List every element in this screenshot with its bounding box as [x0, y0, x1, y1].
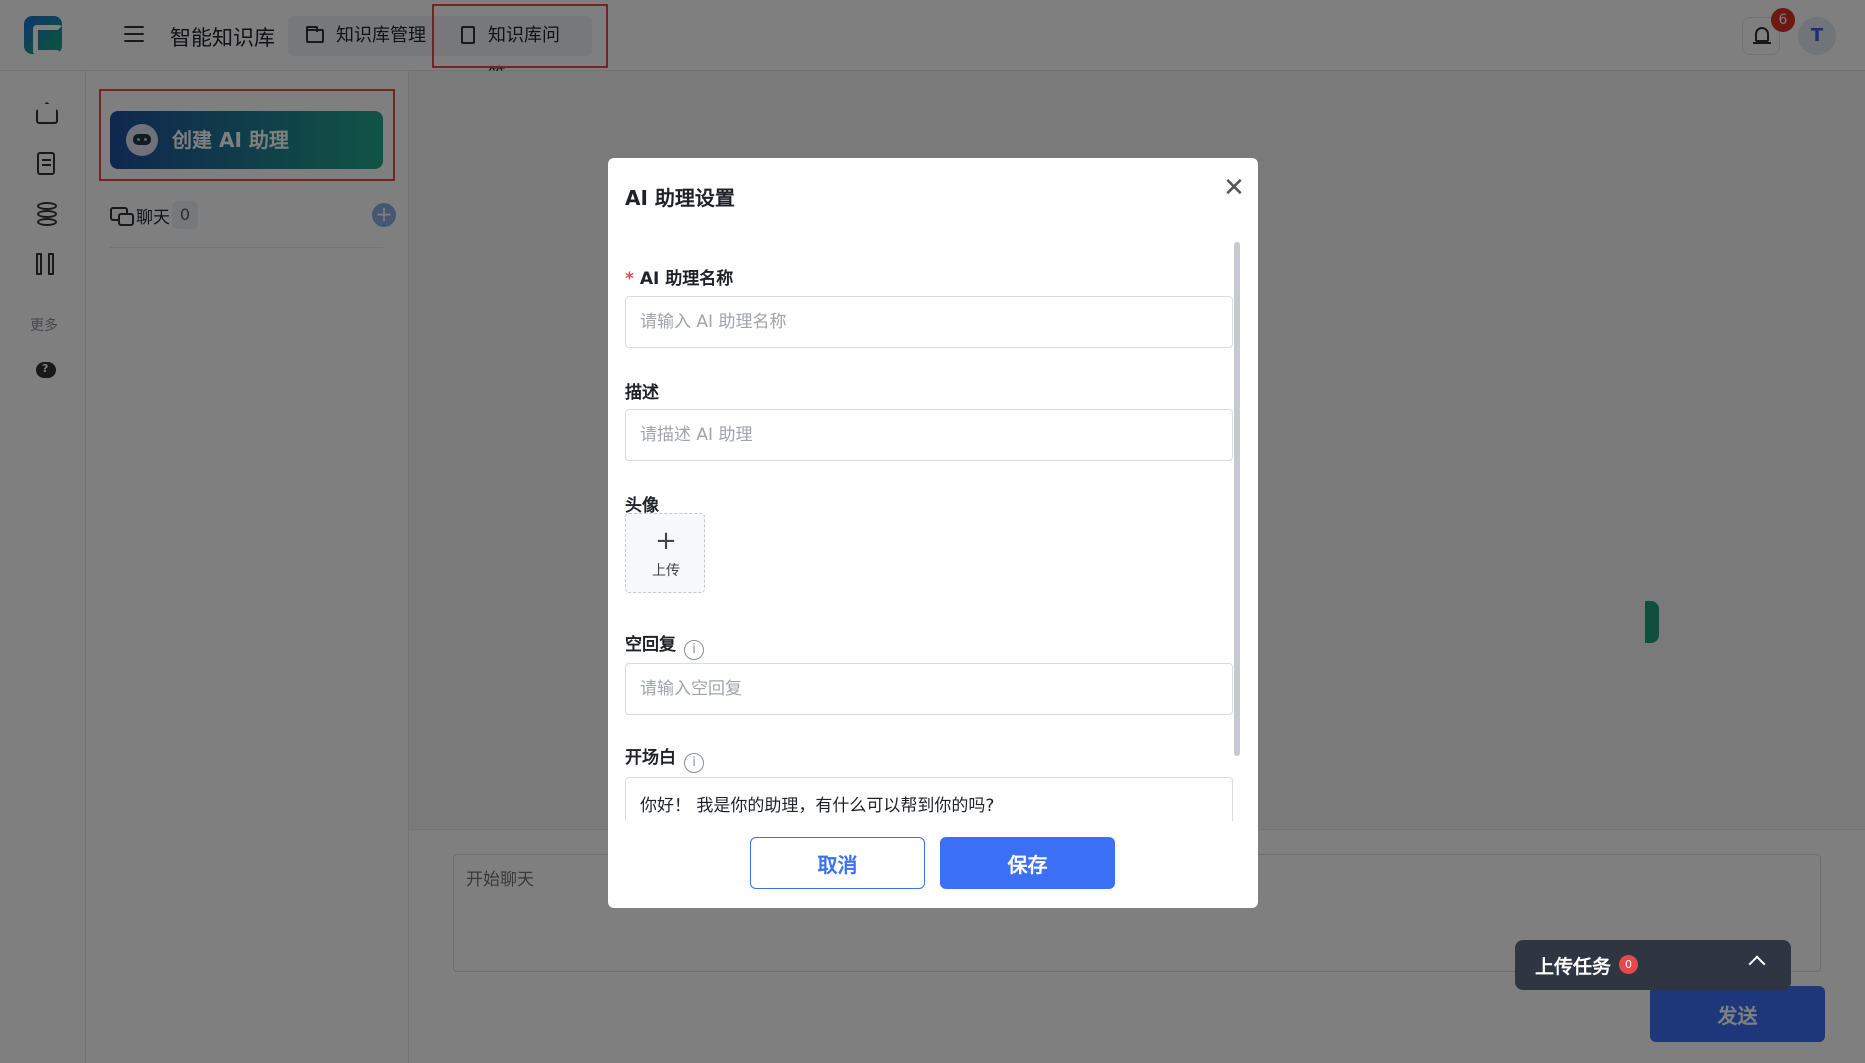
- required-mark: *: [625, 269, 634, 289]
- opening-field-label: 开场白 i: [625, 743, 704, 773]
- upload-label: 上传: [652, 563, 680, 579]
- description-input[interactable]: [625, 409, 1233, 461]
- empty-reply-field-label: 空回复 i: [625, 630, 704, 660]
- info-icon[interactable]: i: [684, 640, 704, 660]
- dialog-footer: 取消 保存: [608, 821, 1258, 908]
- save-button[interactable]: 保存: [940, 837, 1115, 889]
- empty-reply-input[interactable]: [625, 663, 1233, 715]
- opening-message-input[interactable]: [625, 777, 1233, 821]
- name-field-label: * AI 助理名称: [625, 269, 734, 289]
- ai-assistant-settings-dialog: AI 助理设置 ✕ *AI 助理名称 描述 头像 + 上传 空回复i 开场白i …: [608, 158, 1258, 908]
- description-field-label: 描述: [625, 383, 659, 403]
- info-icon[interactable]: i: [684, 753, 704, 773]
- upload-task-title: 上传任务: [1535, 956, 1612, 978]
- dialog-body[interactable]: *AI 助理名称 描述 头像 + 上传 空回复i 开场白i: [608, 238, 1258, 821]
- dialog-scrollbar[interactable]: [1234, 242, 1240, 756]
- dialog-title: AI 助理设置: [625, 186, 735, 210]
- chevron-up-icon[interactable]: [1748, 955, 1766, 973]
- upload-task-panel[interactable]: 上传任务 0: [1515, 940, 1791, 990]
- avatar-upload-button[interactable]: + 上传: [625, 513, 705, 593]
- cancel-button[interactable]: 取消: [750, 837, 925, 889]
- plus-icon: +: [655, 526, 677, 556]
- close-icon[interactable]: ✕: [1220, 174, 1248, 202]
- assistant-name-input[interactable]: [625, 296, 1233, 348]
- upload-count-badge: 0: [1619, 955, 1638, 974]
